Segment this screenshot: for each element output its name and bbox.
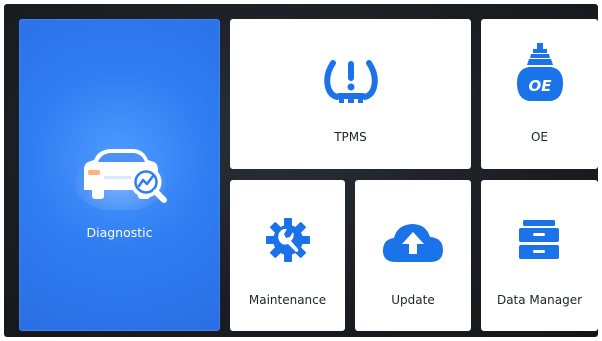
gear-wrench-icon [266,218,310,262]
maintenance-tile[interactable]: Maintenance [230,180,345,331]
svg-text:OE: OE [529,77,553,95]
maintenance-label: Maintenance [248,293,327,307]
diagnostic-tile[interactable]: Diagnostic [19,19,220,331]
cloud-upload-icon [382,224,443,262]
oe-label: OE [530,130,549,144]
data-manager-tile[interactable]: Data Manager [481,180,598,331]
car-diagnostic-icon [76,149,167,210]
data-manager-label: Data Manager [496,293,583,307]
update-tile[interactable]: Update [355,180,471,331]
app-screen: Diagnostic TPMS OE OE Maintenance Update… [4,4,598,337]
oe-tile[interactable]: OE OE [481,19,598,169]
diagnostic-label: Diagnostic [86,225,153,240]
tire-pressure-warning-icon [324,60,378,103]
storage-drawers-icon [519,220,559,259]
update-label: Update [391,293,435,307]
oe-sensor-icon: OE [517,43,563,101]
tpms-tile[interactable]: TPMS [230,19,471,169]
tpms-label: TPMS [334,130,367,144]
